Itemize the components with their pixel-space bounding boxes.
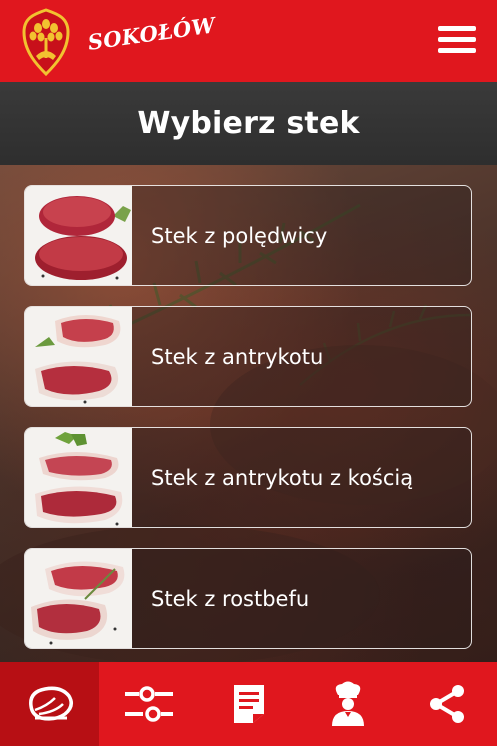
steak-photo-icon: [25, 428, 132, 527]
nav-steaks[interactable]: [0, 662, 100, 746]
nav-chef[interactable]: [298, 662, 397, 746]
sokolow-logo[interactable]: SOKOŁÓW: [18, 8, 217, 77]
steak-photo-icon: [25, 549, 132, 648]
nav-share[interactable]: [398, 662, 497, 746]
bottom-nav: [0, 662, 497, 746]
settings-sliders-icon: [125, 686, 174, 722]
share-icon: [430, 685, 465, 723]
app-header: SOKOŁÓW: [0, 0, 497, 82]
chef-icon: [331, 681, 364, 726]
page-title: Wybierz stek: [137, 106, 360, 141]
menu-button[interactable]: [438, 26, 478, 56]
title-bar: Wybierz stek: [0, 82, 497, 165]
steak-thumbnail: [25, 428, 132, 527]
steak-item-label: Stek z polędwicy: [151, 223, 328, 248]
steak-thumbnail: [25, 186, 132, 285]
steak-photo-icon: [25, 186, 132, 285]
steak-item-label: Stek z rostbefu: [151, 586, 310, 611]
steak-thumbnail: [25, 307, 132, 406]
steak-item-poledwica[interactable]: Stek z polędwicy: [24, 185, 472, 286]
nav-settings[interactable]: [99, 662, 198, 746]
steak-photo-icon: [25, 307, 132, 406]
nav-document[interactable]: [199, 662, 298, 746]
steak-list: Stek z polędwicy Stek z antrykotu Stek z…: [24, 185, 472, 669]
steak-item-antrykot-z-koscia[interactable]: Stek z antrykotu z kością: [24, 427, 472, 528]
document-icon: [233, 685, 264, 723]
steak-item-rostbef[interactable]: Stek z rostbefu: [24, 548, 472, 649]
steak-thumbnail: [25, 549, 132, 648]
steak-icon: [28, 686, 73, 721]
steak-item-antrykot[interactable]: Stek z antrykotu: [24, 306, 472, 407]
hamburger-icon: [438, 26, 478, 53]
steak-item-label: Stek z antrykotu: [151, 344, 324, 369]
brand-name: SOKOŁÓW: [86, 12, 217, 55]
steak-item-label: Stek z antrykotu z kością: [151, 465, 414, 490]
logo-emblem-icon: [22, 8, 70, 77]
